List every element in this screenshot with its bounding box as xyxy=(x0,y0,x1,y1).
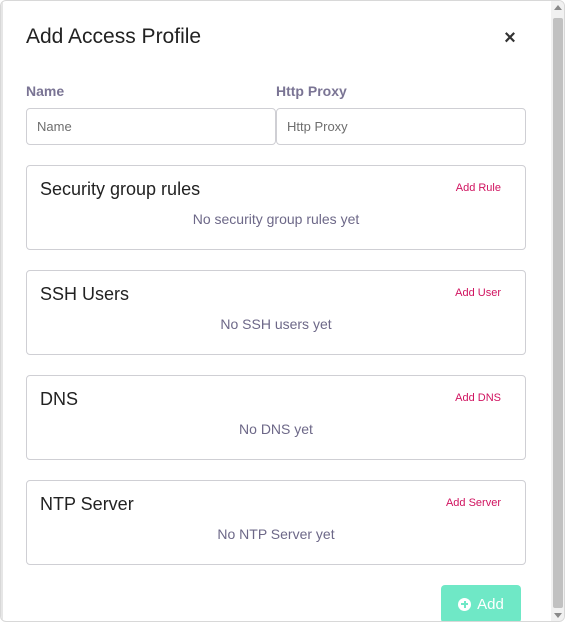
ssh-users-card: SSH Users Add User No SSH users yet xyxy=(26,270,526,355)
add-user-button[interactable]: Add User xyxy=(455,287,501,299)
ntp-server-empty-text: No NTP Server yet xyxy=(217,526,335,542)
http-proxy-label: Http Proxy xyxy=(276,83,347,99)
add-access-profile-dialog: Add Access Profile × Name Http Proxy Sec… xyxy=(0,0,565,622)
plus-circle-icon xyxy=(458,597,472,611)
ssh-users-empty-text: No SSH users yet xyxy=(220,316,332,332)
add-rule-button[interactable]: Add Rule xyxy=(456,182,501,194)
ntp-server-title: NTP Server xyxy=(40,494,134,514)
dns-title: DNS xyxy=(40,389,79,409)
ssh-users-title: SSH Users xyxy=(40,284,130,304)
http-proxy-input[interactable] xyxy=(276,108,526,145)
dialog-title: Add Access Profile xyxy=(26,25,202,48)
security-group-rules-title: Security group rules xyxy=(40,179,201,199)
add-button[interactable]: Add xyxy=(441,585,521,621)
close-icon[interactable]: × xyxy=(500,27,520,49)
name-input[interactable] xyxy=(26,108,276,145)
ntp-server-card: NTP Server Add Server No NTP Server yet xyxy=(26,480,526,565)
scrollbar-thumb[interactable] xyxy=(553,18,563,608)
add-server-button[interactable]: Add Server xyxy=(446,497,501,509)
background-edge xyxy=(1,1,3,621)
dns-card: DNS Add DNS No DNS yet xyxy=(26,375,526,460)
security-group-rules-empty-text: No security group rules yet xyxy=(192,211,360,227)
name-label: Name xyxy=(26,83,65,99)
security-group-rules-card: Security group rules Add Rule No securit… xyxy=(26,165,526,250)
dns-empty-text: No DNS yet xyxy=(239,421,313,437)
scroll-up-arrow-icon[interactable] xyxy=(554,5,562,10)
add-button-label: Add xyxy=(477,595,504,613)
add-dns-button[interactable]: Add DNS xyxy=(455,392,501,404)
scroll-down-arrow-icon[interactable] xyxy=(554,613,562,618)
